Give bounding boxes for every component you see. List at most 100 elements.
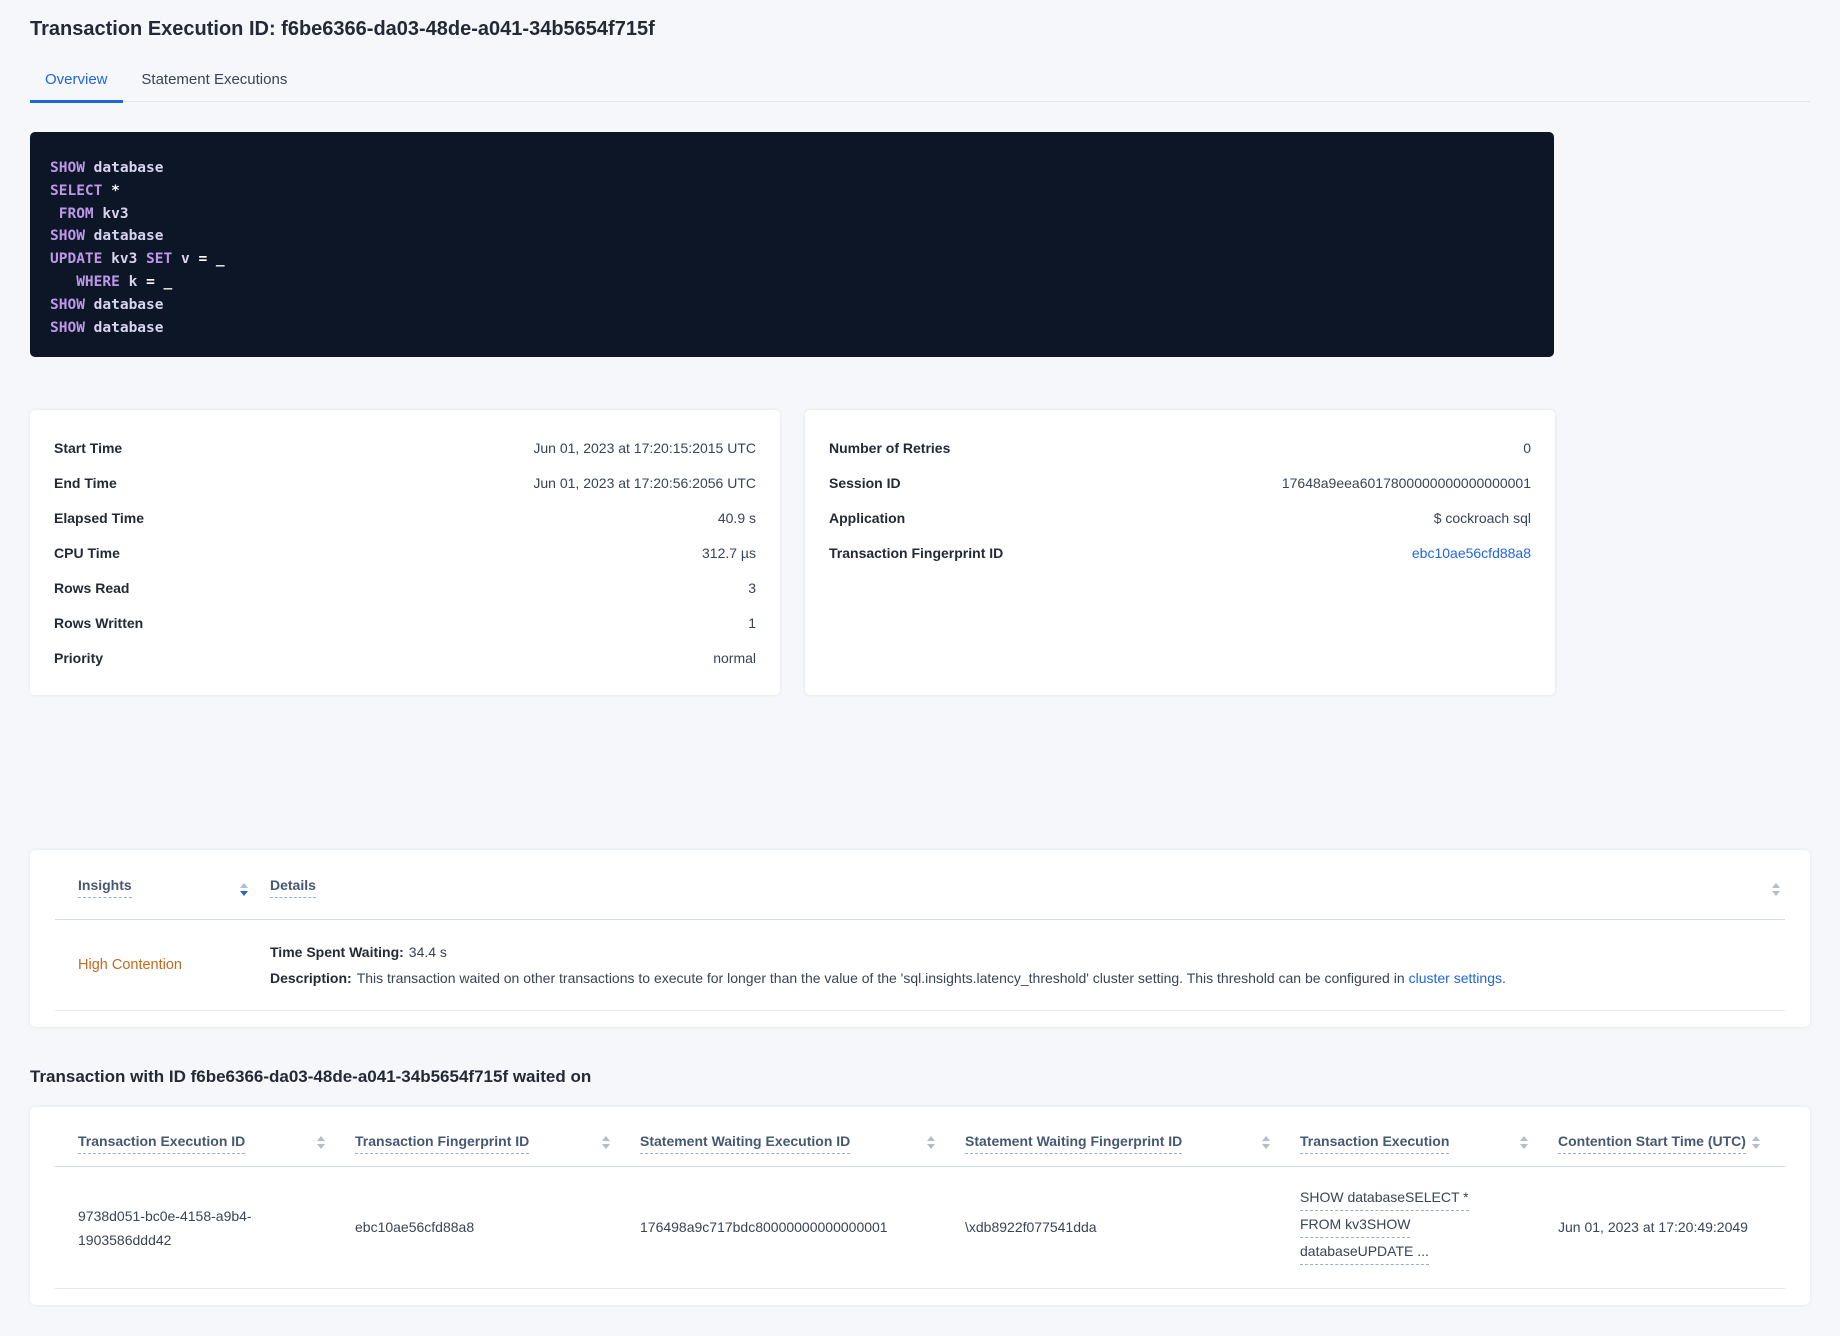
sql-token: database [84, 319, 164, 336]
tab-statement-executions-label: Statement Executions [141, 71, 288, 88]
sort-down-arrow-icon [1262, 1144, 1270, 1149]
sql-token: * [111, 182, 120, 199]
tab-overview[interactable]: Overview [30, 61, 123, 103]
column-header-label: Statement Waiting Execution ID [640, 1133, 851, 1154]
sort-icon[interactable] [927, 1136, 935, 1149]
execution-summary-card: Start Time Jun 01, 2023 at 17:20:15:2015 … [30, 410, 780, 695]
sort-down-arrow-icon [1752, 1144, 1760, 1149]
sort-icon[interactable] [1520, 1136, 1528, 1149]
table-cell: \xdb8922f077541dda [965, 1217, 1300, 1238]
sql-token: database [84, 228, 164, 245]
summary-label: Transaction Fingerprint ID [829, 544, 1004, 561]
sort-icon[interactable] [1772, 882, 1780, 896]
column-header-label: Transaction Fingerprint ID [355, 1133, 530, 1154]
session-summary-card: Number of Retries 0 Session ID 17648a9eea60… [805, 410, 1555, 695]
sql-line: WHERE k = _ [50, 271, 1534, 294]
summary-label: Elapsed Time [54, 509, 145, 526]
sql-token: WHERE [76, 273, 120, 290]
column-header[interactable]: Transaction Fingerprint ID [355, 1133, 640, 1154]
details-column-header-label[interactable]: Details [270, 877, 316, 898]
summary-row: Rows Read 3 [54, 570, 756, 605]
sort-icon[interactable] [1262, 1136, 1270, 1149]
summary-label: Application [829, 509, 906, 526]
column-header-label: Contention Start Time (UTC) [1558, 1133, 1746, 1154]
summary-value: 312.7 µs [702, 544, 756, 561]
divider [55, 1288, 1785, 1289]
summary-value: 40.9 s [717, 509, 756, 526]
summary-value: normal [713, 649, 756, 666]
table-cell: Jun 01, 2023 at 17:20:49:2049 [1558, 1217, 1790, 1238]
sort-icon[interactable] [317, 1136, 325, 1149]
summary-value: 3 [748, 579, 756, 596]
column-header-label: Transaction Execution ID [78, 1133, 246, 1154]
column-header[interactable]: Transaction Execution [1300, 1133, 1558, 1154]
sort-up-arrow-icon [927, 1136, 935, 1141]
sort-up-arrow-icon [602, 1136, 610, 1141]
summary-row: Start Time Jun 01, 2023 at 17:20:15:2015 … [54, 430, 756, 465]
summary-label: Priority [54, 649, 104, 666]
waited-on-table: Transaction Execution ID Transaction Fing… [30, 1107, 1810, 1305]
insights-table: Insights Details High Contention Time Sp… [30, 850, 1810, 1027]
summary-row: Number of Retries 0 [829, 430, 1531, 465]
sql-line: SELECT * [50, 180, 1534, 203]
sql-token: = _ [146, 273, 173, 290]
summary-label: Session ID [829, 474, 901, 491]
sql-code: SHOW database SELECT * FROM kv3 SHOW datab… [50, 157, 1534, 339]
sort-icon[interactable] [1752, 1136, 1760, 1149]
sql-token: SHOW [50, 160, 85, 176]
sort-icon[interactable] [240, 882, 248, 896]
insight-description: Description: This transaction waited on o… [270, 965, 1780, 991]
column-header[interactable]: Statement Waiting Execution ID [640, 1133, 965, 1154]
column-header[interactable]: Statement Waiting Fingerprint ID [965, 1133, 1300, 1154]
sql-line: SHOW database [50, 225, 1534, 248]
sort-up-arrow-icon [1520, 1136, 1528, 1141]
column-header[interactable]: Contention Start Time (UTC) [1558, 1133, 1790, 1154]
sort-down-arrow-icon [1520, 1144, 1528, 1149]
waited-on-heading: Transaction with ID f6be6366-da03-48de-a… [30, 1067, 592, 1086]
sql-token: SET [146, 251, 173, 268]
sort-up-arrow-icon [1752, 1136, 1760, 1141]
sql-token: v [172, 251, 199, 268]
time-spent-waiting: Time Spent Waiting: 34.4 s [270, 939, 1780, 965]
cluster-settings-link[interactable]: cluster settings [1409, 970, 1502, 986]
summary-row: End Time Jun 01, 2023 at 17:20:56:2056 UT… [54, 465, 756, 500]
sort-up-arrow-icon [317, 1136, 325, 1141]
table-cell: ebc10ae56cfd88a8 [355, 1217, 640, 1238]
column-header[interactable]: Transaction Execution ID [78, 1133, 355, 1154]
tab-statement-executions[interactable]: Statement Executions [126, 61, 302, 103]
sql-token: SHOW [50, 296, 85, 313]
transaction-fingerprint-link[interactable]: ebc10ae56cfd88a8 [1412, 545, 1531, 561]
summary-value: 0 [1523, 439, 1531, 456]
summary-label: Number of Retries [829, 439, 951, 456]
page-title: Transaction Execution ID: f6be6366-da03-… [30, 18, 655, 40]
insight-row: High Contention Time Spent Waiting: 34.4 … [30, 920, 1810, 1010]
sql-token: FROM [58, 205, 94, 222]
summary-label: End Time [54, 474, 117, 491]
sort-down-arrow-icon [927, 1144, 935, 1149]
sort-up-arrow-icon [1262, 1136, 1270, 1141]
sort-down-arrow-icon [317, 1144, 325, 1149]
table-cell-value: 176498a9c717bdc80000000000000001 [640, 1219, 888, 1235]
sql-line: SHOW database [50, 317, 1534, 340]
insights-column-header-label: Insights [78, 877, 132, 898]
description-text: This transaction waited on other transac… [356, 970, 1405, 986]
sql-token: SHOW [50, 228, 85, 245]
summary-value: $ cockroach sql [1433, 509, 1531, 526]
divider [55, 1010, 1785, 1011]
transaction-execution-link[interactable]: SHOW databaseSELECT * FROM kv3SHOW databas… [1300, 1187, 1558, 1268]
table-cell-value: ebc10ae56cfd88a8 [355, 1219, 475, 1235]
insight-details: Time Spent Waiting: 34.4 s Description: Th… [270, 939, 1780, 991]
sql-line: FROM kv3 [50, 203, 1534, 226]
table-row: 9738d051-bc0e-4158-a9b4-1903586ddd42 ebc1… [30, 1167, 1810, 1288]
sort-icon[interactable] [602, 1136, 610, 1149]
sql-line: SHOW database [50, 157, 1534, 180]
sql-token: kv3 [93, 205, 129, 222]
summary-value: Jun 01, 2023 at 17:20:56:2056 UTC [533, 474, 756, 491]
insights-column-header[interactable]: Insights [78, 877, 270, 898]
summary-value: 1 [748, 614, 756, 631]
transaction-execution-line-text: databaseUPDATE ... [1300, 1241, 1429, 1265]
transaction-execution-line: SHOW databaseSELECT * [1300, 1187, 1528, 1214]
